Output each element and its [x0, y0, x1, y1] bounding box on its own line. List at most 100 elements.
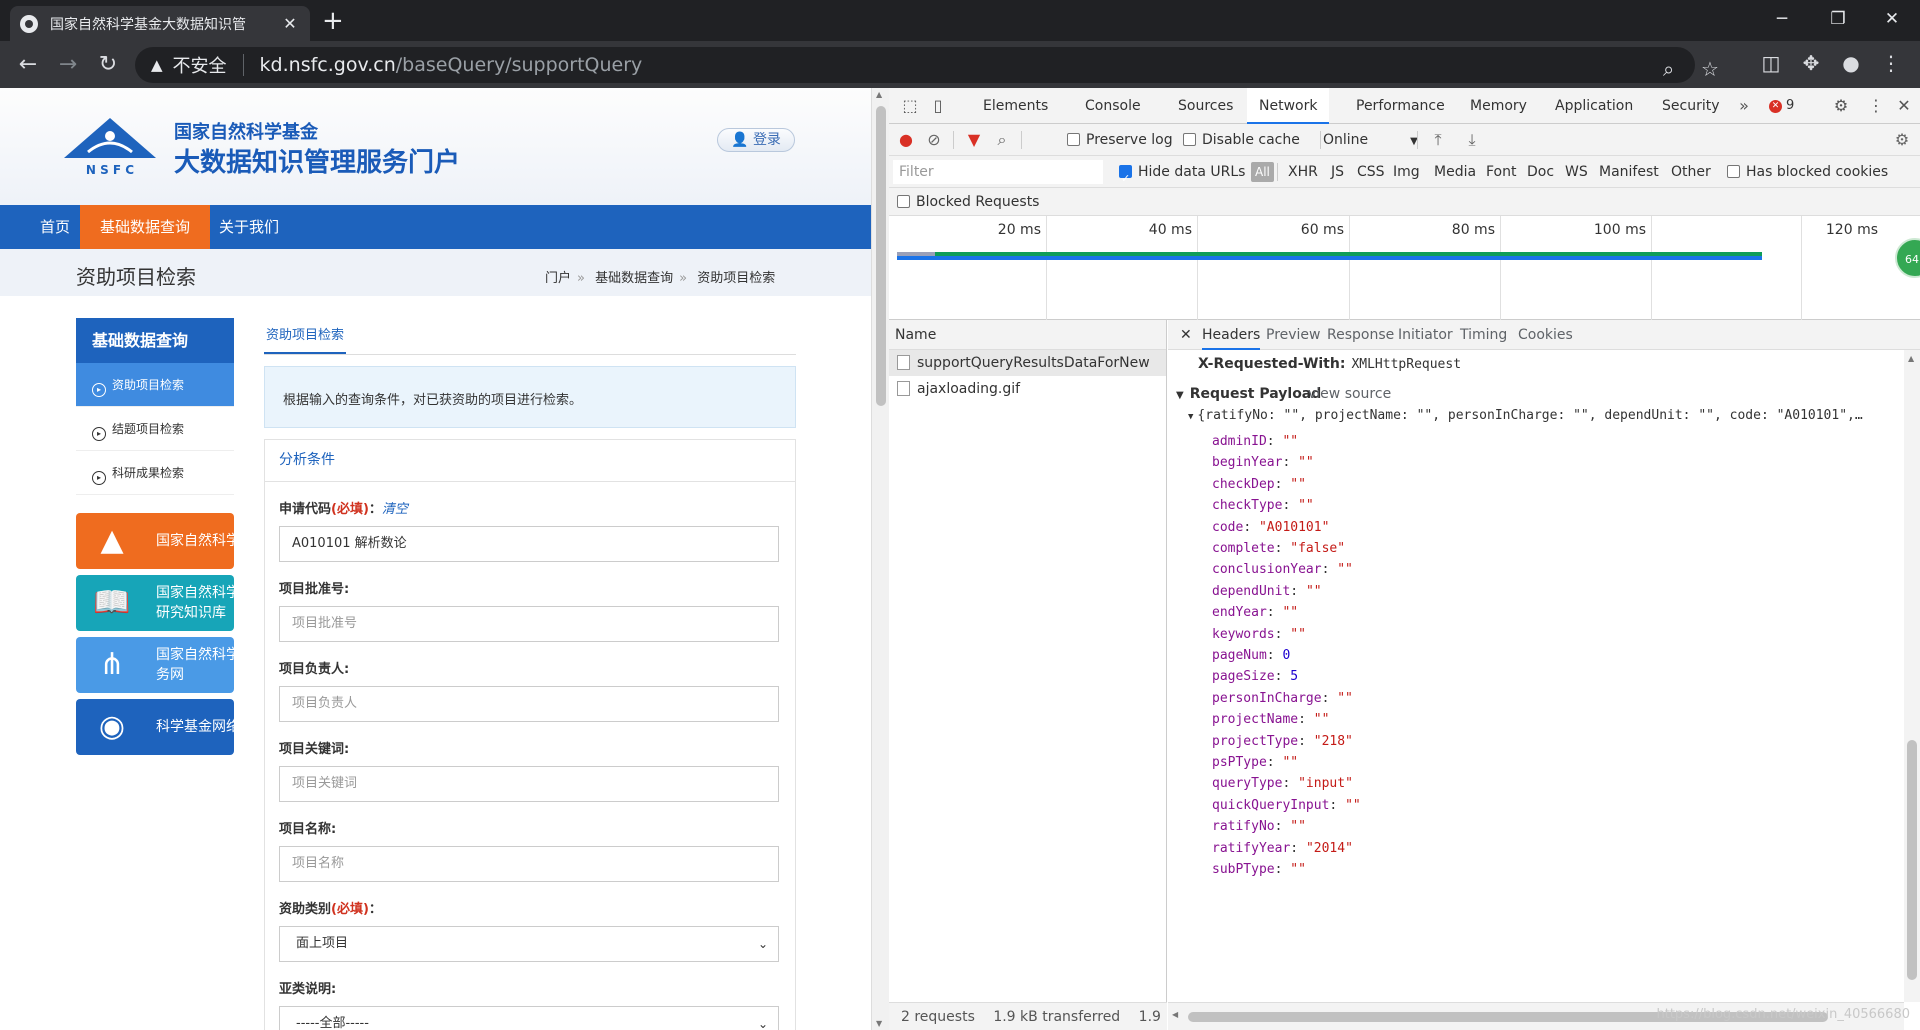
payload-property[interactable]: adminID: ""	[1212, 434, 1298, 449]
inspect-element-icon[interactable]: ⬚	[897, 88, 923, 124]
payload-property[interactable]: ratifyYear: "2014"	[1212, 841, 1353, 856]
overview-badge[interactable]: 64	[1895, 238, 1920, 278]
code-input[interactable]: A010101 解析数论	[279, 526, 779, 562]
blocked-requests-checkbox[interactable]: Blocked Requests	[897, 188, 1039, 216]
tab-performance[interactable]: Performance	[1344, 88, 1457, 124]
filter-all[interactable]: All	[1251, 162, 1274, 182]
login-button[interactable]: 👤 登录	[717, 128, 795, 152]
filter-manifest[interactable]: Manifest	[1599, 156, 1659, 188]
nav-base-query[interactable]: 基础数据查询	[80, 205, 211, 249]
window-close-icon[interactable]: ✕	[1864, 0, 1920, 41]
puzzle-extensions-icon[interactable]: ✥	[1796, 51, 1826, 75]
payload-property[interactable]: checkDep: ""	[1212, 477, 1306, 492]
page-scroll-thumb[interactable]	[876, 106, 886, 406]
payload-property[interactable]: quickQueryInput: ""	[1212, 798, 1361, 813]
tab-initiator[interactable]: Initiator	[1398, 320, 1453, 350]
type-select[interactable]: 面上项目 ⌄	[279, 926, 779, 962]
subtype-select[interactable]: -----全部----- ⌄	[279, 1006, 779, 1030]
filter-icon[interactable]: ▼	[961, 124, 987, 156]
profile-avatar-icon[interactable]: ●	[1836, 51, 1866, 75]
tab-console[interactable]: Console	[1073, 88, 1153, 124]
filter-input[interactable]: Filter	[893, 160, 1103, 184]
payload-property[interactable]: personInCharge: ""	[1212, 691, 1353, 706]
payload-property[interactable]: projectName: ""	[1212, 712, 1329, 727]
payload-property[interactable]: pageSize: 5	[1212, 669, 1298, 684]
payload-property[interactable]: endYear: ""	[1212, 605, 1298, 620]
clear-link[interactable]: 清空	[382, 502, 408, 517]
payload-property[interactable]: complete: "false"	[1212, 541, 1345, 556]
has-blocked-cookies-checkbox[interactable]: Has blocked cookies	[1727, 156, 1888, 188]
search-icon[interactable]: ⌕	[989, 124, 1015, 156]
restore-icon[interactable]: ❐	[1810, 0, 1866, 41]
preserve-log-checkbox[interactable]: Preserve log	[1067, 124, 1173, 156]
throttle-select[interactable]: Online ▼	[1323, 124, 1418, 156]
back-icon[interactable]: ←	[14, 51, 42, 79]
payload-property[interactable]: code: "A010101"	[1212, 520, 1329, 535]
warning-icon[interactable]: ▲	[151, 56, 163, 74]
sidebar-item-achievement[interactable]: ▸ 科研成果检索	[76, 451, 234, 495]
scroll-left-icon[interactable]: ◀	[1172, 1010, 1178, 1019]
nsfc-logo-icon[interactable]: N S F C	[60, 114, 160, 178]
payload-property[interactable]: psPType: ""	[1212, 755, 1298, 770]
filter-other[interactable]: Other	[1671, 156, 1711, 188]
insecure-label[interactable]: 不安全	[173, 52, 227, 78]
filter-xhr[interactable]: XHR	[1288, 156, 1318, 188]
more-menu-icon[interactable]: ⋮	[1876, 51, 1906, 75]
tab-support-query[interactable]: 资助项目检索	[264, 318, 347, 354]
payload-property[interactable]: beginYear: ""	[1212, 455, 1314, 470]
error-badge[interactable]: ✕ 9	[1769, 88, 1794, 124]
view-source-link[interactable]: view source	[1308, 386, 1391, 402]
devtools-more-icon[interactable]: ⋮	[1863, 88, 1889, 124]
payload-property[interactable]: conclusionYear: ""	[1212, 562, 1353, 577]
browser-tab[interactable]: 国家自然科学基金大数据知识管 ✕	[10, 6, 310, 41]
ratify-input[interactable]: 项目批准号	[279, 606, 779, 642]
reload-icon[interactable]: ↻	[94, 51, 122, 79]
scroll-down-icon[interactable]: ▼	[876, 1019, 882, 1028]
forward-icon[interactable]: →	[54, 51, 82, 79]
tab-memory[interactable]: Memory	[1458, 88, 1539, 124]
export-har-icon[interactable]: ⤓	[1459, 124, 1485, 156]
breadcrumb-portal[interactable]: 门户	[545, 271, 571, 286]
filter-media[interactable]: Media	[1434, 156, 1476, 188]
detail-scroll-thumb[interactable]	[1907, 740, 1917, 980]
tab-headers[interactable]: Headers	[1202, 320, 1261, 350]
device-toolbar-icon[interactable]: ▯	[925, 88, 951, 124]
detail-close-icon[interactable]: ✕	[1180, 320, 1192, 350]
page-scrollbar[interactable]: ▲ ▼	[871, 88, 889, 1030]
hide-data-urls-checkbox[interactable]: Hide data URLs	[1119, 156, 1245, 195]
scroll-up-icon[interactable]: ▲	[876, 90, 882, 99]
filter-img[interactable]: Img	[1393, 156, 1420, 188]
new-tab-icon[interactable]: +	[322, 6, 344, 36]
minimize-icon[interactable]: ─	[1754, 0, 1810, 41]
search-icon[interactable]: ⌕	[1663, 57, 1674, 81]
detail-vertical-scrollbar[interactable]: ▲	[1904, 350, 1920, 1002]
payload-summary[interactable]: ▼ {ratifyNo: "", projectName: "", personI…	[1188, 408, 1904, 423]
name-input[interactable]: 项目名称	[279, 846, 779, 882]
payload-property[interactable]: subPType: ""	[1212, 862, 1306, 877]
payload-property[interactable]: checkType: ""	[1212, 498, 1314, 513]
sidebar-card-service[interactable]: ⋔ 国家自然科学 务网	[76, 637, 234, 693]
request-payload-heading[interactable]: ▼ Request Payload	[1176, 386, 1321, 402]
payload-property[interactable]: keywords: ""	[1212, 627, 1306, 642]
tab-network[interactable]: Network	[1247, 88, 1330, 124]
person-input[interactable]: 项目负责人	[279, 686, 779, 722]
payload-property[interactable]: queryType: "input"	[1212, 776, 1353, 791]
record-icon[interactable]: ●	[893, 124, 919, 156]
request-row[interactable]: supportQueryResultsDataForNew	[889, 350, 1166, 376]
tab-response[interactable]: Response	[1327, 320, 1394, 350]
scroll-up-icon[interactable]: ▲	[1908, 354, 1914, 363]
breadcrumb-base-query[interactable]: 基础数据查询	[595, 271, 673, 286]
filter-js[interactable]: JS	[1331, 156, 1344, 188]
clear-icon[interactable]: ⊘	[921, 124, 947, 156]
sidebar-item-support[interactable]: ▸ 资助项目检索	[76, 363, 234, 407]
disable-cache-checkbox[interactable]: Disable cache	[1183, 124, 1300, 156]
sidebar-card-nsfc[interactable]: ▲ 国家自然科学	[76, 513, 234, 569]
devtools-close-icon[interactable]: ✕	[1891, 88, 1917, 124]
filter-doc[interactable]: Doc	[1527, 156, 1554, 188]
more-tabs-icon[interactable]: »	[1731, 88, 1757, 124]
filter-css[interactable]: CSS	[1357, 156, 1385, 188]
tab-sources[interactable]: Sources	[1166, 88, 1245, 124]
payload-property[interactable]: dependUnit: ""	[1212, 584, 1322, 599]
filter-ws[interactable]: WS	[1565, 156, 1588, 188]
sidebar-card-network[interactable]: ◉ 科学基金网络	[76, 699, 234, 755]
